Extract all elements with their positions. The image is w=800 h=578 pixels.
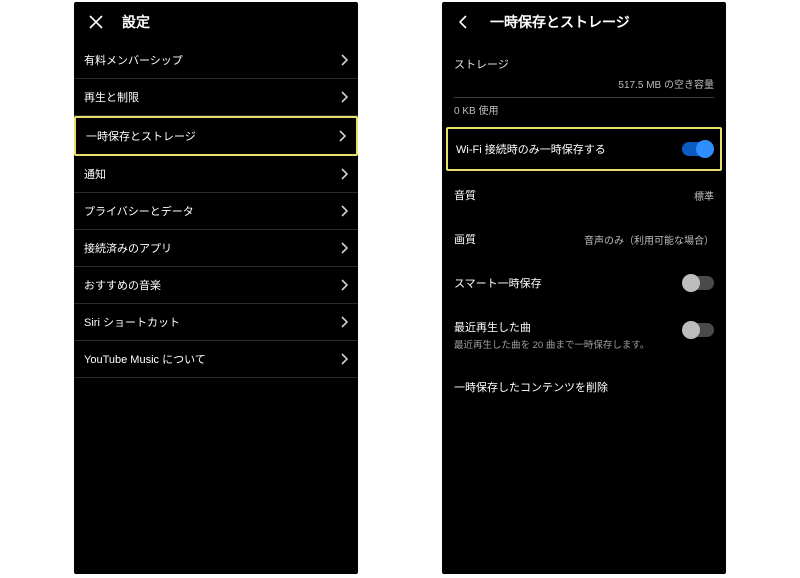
chevron-right-icon <box>340 91 348 103</box>
storage-label: ストレージ <box>442 42 726 72</box>
storage-title: 一時保存とストレージ <box>490 12 630 32</box>
wifi-only-label: Wi-Fi 接続時のみ一時保存する <box>456 141 606 157</box>
recent-played-desc: 最近再生した曲を 20 曲まで一時保存します。 <box>454 337 649 351</box>
delete-downloads-row[interactable]: 一時保存したコンテンツを削除 <box>442 365 726 409</box>
chevron-right-icon <box>340 316 348 328</box>
settings-item-label: 通知 <box>84 166 106 182</box>
settings-item[interactable]: 通知 <box>74 156 358 193</box>
recent-played-label: 最近再生した曲 <box>454 319 649 335</box>
settings-item-label: 一時保存とストレージ <box>86 128 196 144</box>
settings-list: 有料メンバーシップ再生と制限一時保存とストレージ通知プライバシーとデータ接続済み… <box>74 42 358 378</box>
settings-item-label: 有料メンバーシップ <box>84 52 183 68</box>
settings-item[interactable]: 有料メンバーシップ <box>74 42 358 79</box>
wifi-only-toggle[interactable] <box>682 142 712 156</box>
smart-download-row[interactable]: スマート一時保存 <box>442 261 726 305</box>
storage-free: 517.5 MB の空き容量 <box>442 72 726 91</box>
storage-header: 一時保存とストレージ <box>442 2 726 42</box>
chevron-right-icon <box>340 242 348 254</box>
settings-item[interactable]: 接続済みのアプリ <box>74 230 358 267</box>
recent-played-toggle[interactable] <box>684 323 714 337</box>
storage-used: 0 KB 使用 <box>442 98 726 125</box>
chevron-right-icon <box>340 353 348 365</box>
chevron-right-icon <box>338 130 346 142</box>
close-icon[interactable] <box>88 14 104 30</box>
settings-item-label: 接続済みのアプリ <box>84 240 172 256</box>
audio-quality-label: 音質 <box>454 187 476 203</box>
chevron-right-icon <box>340 168 348 180</box>
settings-header: 設定 <box>74 2 358 42</box>
back-icon[interactable] <box>456 14 472 30</box>
recent-played-text: 最近再生した曲 最近再生した曲を 20 曲まで一時保存します。 <box>454 319 649 351</box>
settings-item[interactable]: おすすめの音楽 <box>74 267 358 304</box>
audio-quality-value: 標準 <box>694 188 714 203</box>
settings-item[interactable]: 一時保存とストレージ <box>74 116 358 156</box>
settings-item-label: 再生と制限 <box>84 89 139 105</box>
settings-item[interactable]: Siri ショートカット <box>74 304 358 341</box>
settings-item-label: Siri ショートカット <box>84 314 180 330</box>
settings-item[interactable]: YouTube Music について <box>74 341 358 378</box>
settings-screen: 設定 有料メンバーシップ再生と制限一時保存とストレージ通知プライバシーとデータ接… <box>74 2 358 574</box>
delete-downloads-label: 一時保存したコンテンツを削除 <box>454 379 608 395</box>
storage-screen: 一時保存とストレージ ストレージ 517.5 MB の空き容量 0 KB 使用 … <box>442 2 726 574</box>
settings-title: 設定 <box>122 12 150 32</box>
settings-item[interactable]: 再生と制限 <box>74 79 358 116</box>
smart-download-toggle[interactable] <box>684 276 714 290</box>
settings-item[interactable]: プライバシーとデータ <box>74 193 358 230</box>
chevron-right-icon <box>340 279 348 291</box>
audio-quality-row[interactable]: 音質 標準 <box>442 173 726 217</box>
video-quality-value: 音声のみ（利用可能な場合） <box>584 232 714 247</box>
video-quality-label: 画質 <box>454 231 476 247</box>
settings-item-label: YouTube Music について <box>84 351 206 367</box>
recent-played-row[interactable]: 最近再生した曲 最近再生した曲を 20 曲まで一時保存します。 <box>442 305 726 365</box>
chevron-right-icon <box>340 205 348 217</box>
chevron-right-icon <box>340 54 348 66</box>
settings-item-label: おすすめの音楽 <box>84 277 161 293</box>
settings-item-label: プライバシーとデータ <box>84 203 194 219</box>
video-quality-row[interactable]: 画質 音声のみ（利用可能な場合） <box>442 217 726 261</box>
smart-download-label: スマート一時保存 <box>454 275 542 291</box>
wifi-only-row[interactable]: Wi-Fi 接続時のみ一時保存する <box>446 127 722 171</box>
